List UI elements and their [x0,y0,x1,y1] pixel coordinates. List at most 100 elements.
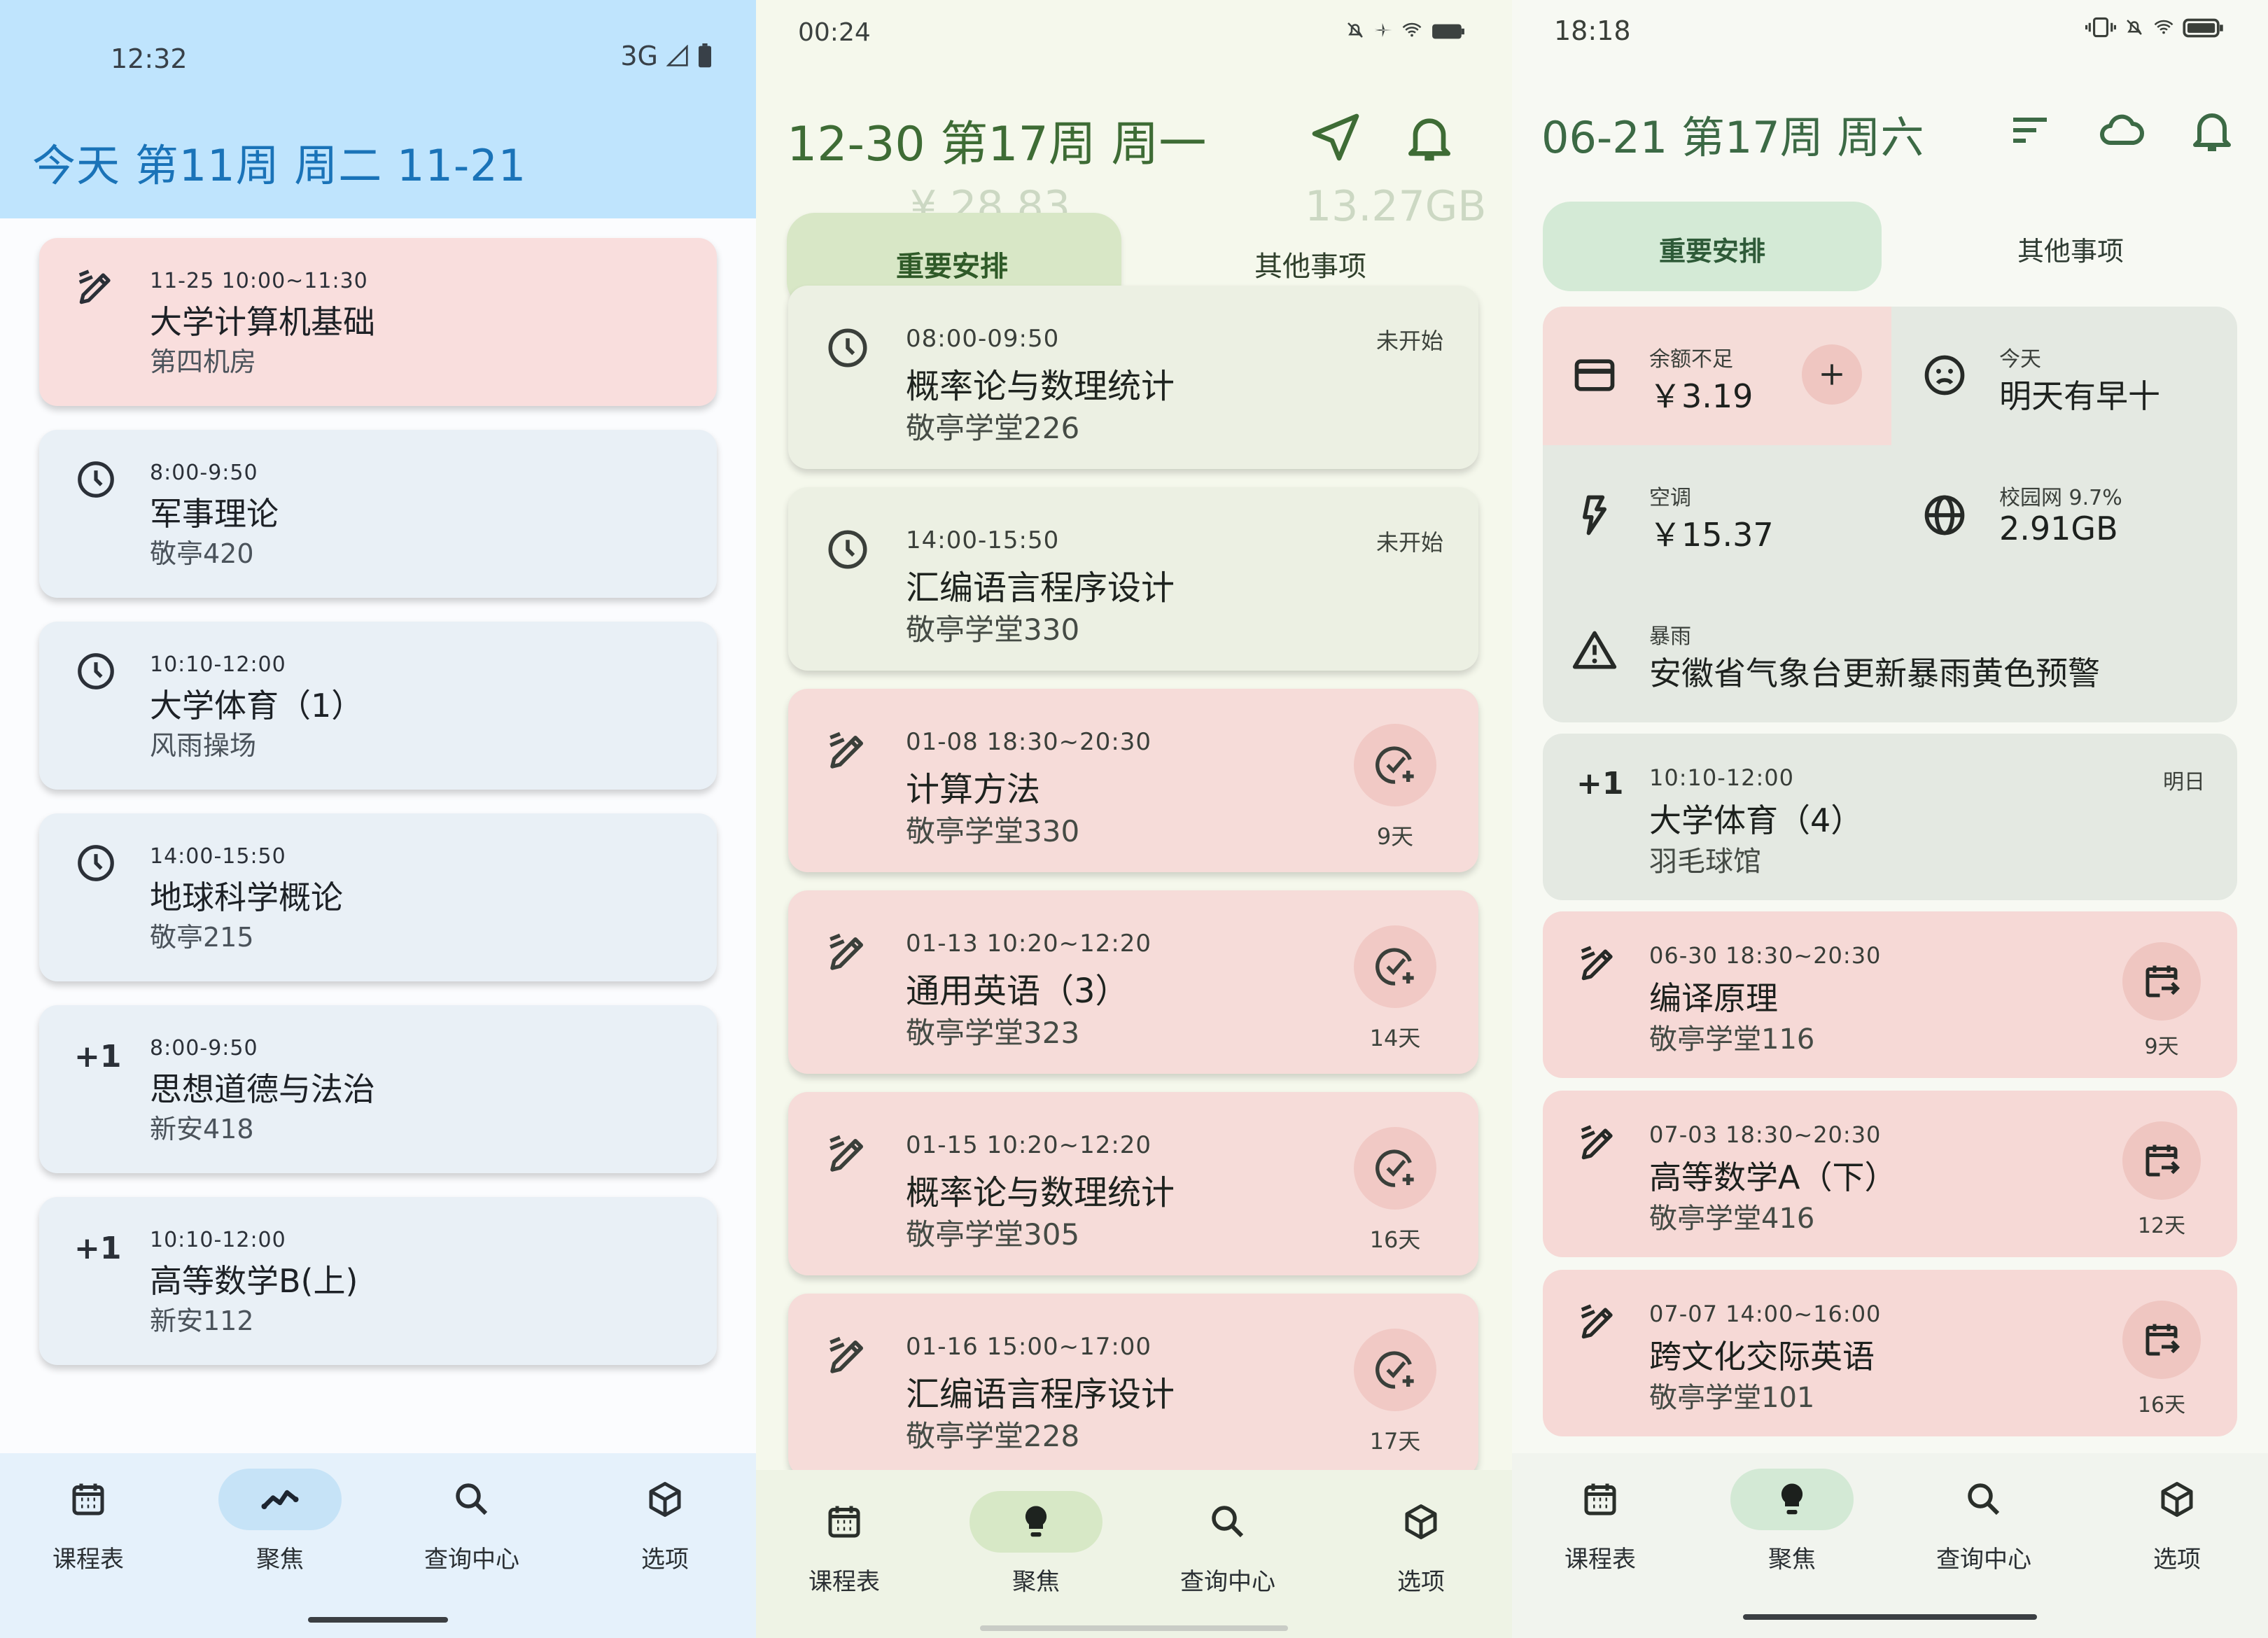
next-day-badge: +1 [74,1231,122,1266]
today-label: 今天 [1999,347,2041,372]
course-card[interactable]: +1 8:00-9:50 思想道德与法治 新安418 [39,1005,717,1173]
exam-card[interactable]: 07-03 18:30~20:30 高等数学A（下） 敬亭学堂416 12天 [1543,1091,2237,1257]
exam-pen-icon [1581,1125,1613,1160]
exam-time: 06-30 18:30~20:30 [1649,942,1882,969]
nav-focus[interactable]: 聚焦 [210,1469,350,1574]
exam-card[interactable]: 01-16 15:00~17:00 汇编语言程序设计 敬亭学堂228 17天 [788,1294,1478,1477]
screen-focus-mint: 18:18 06-21 第17周 周六 重要安排 其他事项 余额不足 ￥3.19… [1512,0,2268,1638]
bolt-icon [1583,495,1606,536]
exam-time: 01-16 15:00~17:00 [906,1333,1152,1361]
search-icon [1968,1483,2000,1516]
check-add-icon [1376,1149,1414,1187]
signal-icon [666,45,688,66]
reschedule-button[interactable] [2122,1301,2201,1379]
status-time: 18:18 [1554,15,1631,46]
exam-card[interactable]: 01-15 10:20~12:20 概率论与数理统计 敬亭学堂305 16天 [788,1092,1478,1275]
reschedule-button[interactable] [2122,1121,2201,1200]
search-icon [1212,1506,1244,1538]
exam-name: 高等数学A（下） [1649,1158,1897,1196]
course-card[interactable]: 14:00-15:50 汇编语言程序设计 敬亭学堂330 未开始 [788,487,1478,671]
tab-other[interactable]: 其他事项 [2017,230,2124,268]
home-indicator[interactable] [980,1625,1288,1631]
exam-card[interactable]: 01-08 18:30~20:30 计算方法 敬亭学堂330 9天 [788,689,1478,872]
clock-icon [78,845,114,881]
course-card[interactable]: +1 10:10-12:00 高等数学B(上) 新安112 [39,1197,717,1365]
nav-options[interactable]: 选项 [595,1469,735,1574]
nav-query[interactable]: 查询中心 [402,1469,542,1574]
course-name: 思想道德与法治 [150,1070,375,1108]
bell-icon[interactable] [1401,109,1457,165]
course-time: 10:10-12:00 [150,1228,286,1252]
exam-pen-icon [830,933,863,970]
cube-icon [2161,1482,2193,1517]
bulb-icon [1025,1506,1047,1537]
bulb-icon [1781,1483,1803,1515]
course-card[interactable]: 11-25 10:00~11:30 大学计算机基础 第四机房 [39,238,717,406]
globe-icon [1924,495,1965,536]
nav-focus[interactable]: 聚焦 [1722,1469,1862,1574]
cloud-icon[interactable] [2096,105,2146,155]
exam-time: 07-07 14:00~16:00 [1649,1301,1882,1327]
nav-label: 查询中心 [424,1546,519,1574]
nav-label: 选项 [2153,1546,2201,1574]
exam-name: 跨文化交际英语 [1649,1338,1875,1376]
next-day-badge: +1 [74,1039,122,1074]
mark-done-button[interactable] [1354,1329,1436,1411]
nav-focus[interactable]: 聚焦 [966,1491,1106,1597]
nav-options[interactable]: 选项 [2107,1469,2247,1574]
tab-other[interactable]: 其他事项 [1254,244,1366,284]
exam-pen-icon [1581,1304,1613,1339]
recharge-button[interactable] [1802,344,1862,405]
sort-icon[interactable] [2005,105,2055,155]
exam-name: 汇编语言程序设计 [906,1375,1175,1414]
tab-important[interactable]: 重要安排 [896,244,1008,284]
mark-done-button[interactable] [1354,724,1436,806]
send-icon[interactable] [1308,109,1364,165]
course-status: 明日 [2163,770,2205,794]
course-name: 军事理论 [150,495,279,533]
bell-icon[interactable] [2187,105,2237,155]
mute-icon [2126,20,2142,35]
nav-timetable[interactable]: 课程表 [1530,1469,1670,1574]
net-value: 2.91GB [1999,510,2118,547]
course-card[interactable]: +1 10:10-12:00 大学体育（4） 羽毛球馆 明日 [1543,734,2237,900]
days-left: 16天 [1369,1226,1421,1253]
course-card[interactable]: 08:00-09:50 概率论与数理统计 敬亭学堂226 未开始 [788,286,1478,469]
plus-icon [1821,364,1842,385]
mute-icon [1348,22,1364,38]
exam-card[interactable]: 06-30 18:30~20:30 编译原理 敬亭学堂116 9天 [1543,911,2237,1078]
course-name: 高等数学B(上) [150,1262,358,1300]
screen-focus-green: 00:24 12-30 第17周 周一 ¥ 28.83 13.27GB 重要安排… [756,0,1512,1638]
sad-face-icon [1924,355,1965,396]
mark-done-button[interactable] [1354,925,1436,1008]
nav-timetable[interactable]: 课程表 [18,1469,158,1574]
course-card[interactable]: 8:00-9:50 军事理论 敬亭420 [39,430,717,598]
nav-label: 聚焦 [1012,1568,1060,1596]
course-card[interactable]: 10:10-12:00 大学体育（1） 风雨操场 [39,622,717,790]
nav-timetable[interactable]: 课程表 [774,1491,914,1597]
vibrate-icon [2085,17,2117,38]
reschedule-button[interactable] [2122,942,2201,1021]
nav-label: 查询中心 [1180,1568,1275,1596]
balance-label: 余额不足 [1649,347,1733,372]
tab-important[interactable]: 重要安排 [1659,230,1765,268]
exam-card[interactable]: 07-07 14:00~16:00 跨文化交际英语 敬亭学堂101 16天 [1543,1270,2237,1436]
course-card[interactable]: 14:00-15:50 地球科学概论 敬亭215 [39,813,717,981]
nav-label: 查询中心 [1936,1546,2031,1574]
nav-query[interactable]: 查询中心 [1914,1469,2054,1574]
home-indicator[interactable] [308,1617,448,1623]
course-time: 10:10-12:00 [1649,764,1794,791]
exam-card[interactable]: 01-13 10:20~12:20 通用英语（3） 敬亭学堂323 14天 [788,890,1478,1074]
next-day-badge: +1 [1576,766,1624,802]
nav-query[interactable]: 查询中心 [1158,1491,1298,1597]
course-time: 8:00-9:50 [150,1036,258,1060]
mark-done-button[interactable] [1354,1127,1436,1210]
battery-icon [1432,24,1464,39]
course-time: 11-25 10:00~11:30 [150,269,368,293]
trend-icon [261,1490,299,1509]
home-indicator[interactable] [1743,1614,2037,1620]
wifi-icon [1403,22,1422,37]
exam-room: 敬亭学堂101 [1649,1382,1815,1414]
days-left: 9天 [1376,823,1414,850]
nav-options[interactable]: 选项 [1351,1491,1491,1597]
